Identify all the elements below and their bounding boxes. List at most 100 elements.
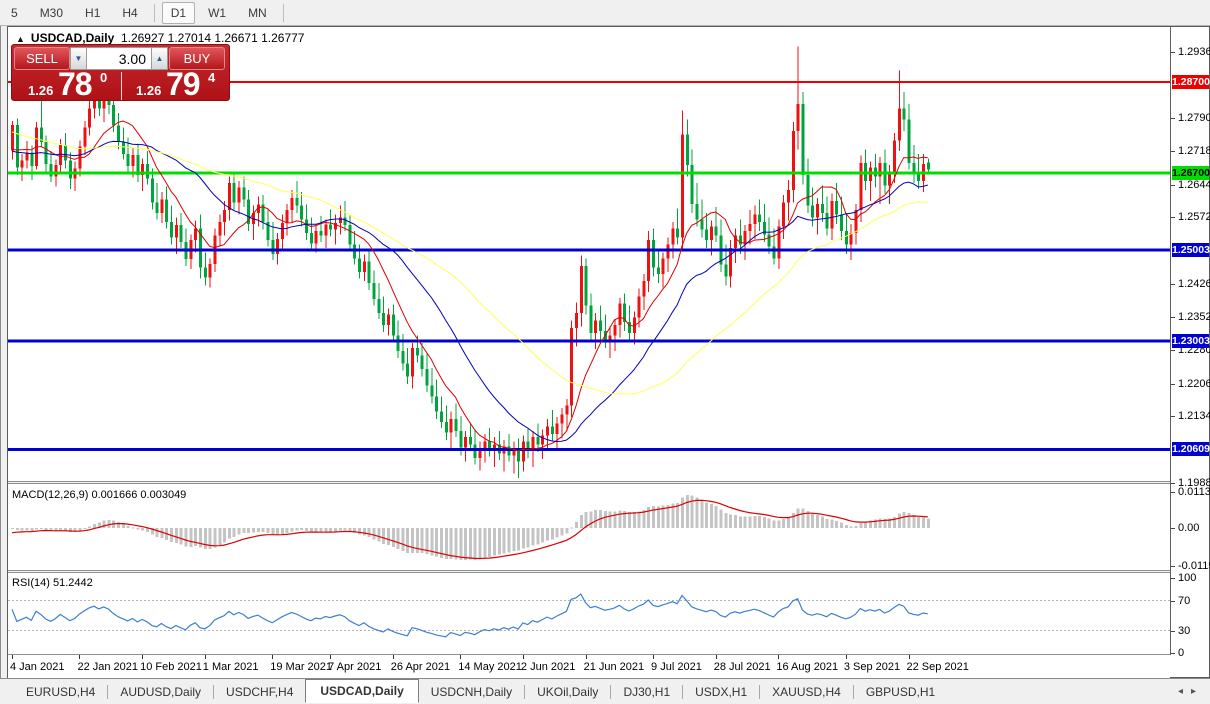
axis-tick-mark: [1171, 151, 1175, 153]
price-tick-label: 1.26440: [1178, 178, 1210, 191]
buy-price-prefix: 1.26: [136, 83, 162, 98]
symbol-tab-gbpusd[interactable]: GBPUSD,H1: [854, 681, 947, 703]
date-tick-mark: [522, 655, 524, 659]
price-tick-label: 1.22060: [1178, 377, 1210, 390]
date-tick-label: 21 Jun 2021: [583, 661, 645, 673]
date-tick-mark: [272, 655, 274, 659]
toolbar-separator: [282, 3, 284, 22]
tab-scroll-right-icon[interactable]: ▸: [1191, 686, 1204, 697]
date-tick-label: 3 Sep 2021: [843, 661, 901, 673]
date-tick-mark: [585, 655, 587, 659]
timeframe-button-m30[interactable]: M30: [31, 2, 72, 24]
rsi-tick-label: 70: [1178, 594, 1191, 607]
date-tick-label: 22 Jan 2021: [77, 661, 139, 673]
macd-label: MACD(12,26,9) 0.001666 0.003049: [12, 489, 187, 501]
window-left-border: [0, 26, 1, 678]
symbol-tab-usdx[interactable]: USDX,H1: [683, 681, 759, 703]
timeframe-button-w1[interactable]: W1: [199, 2, 235, 24]
symbol-tab-eurusd[interactable]: EURUSD,H4: [14, 681, 107, 703]
macd-panel-separator[interactable]: [8, 481, 1171, 484]
price-tick-label: 1.23520: [1178, 311, 1210, 324]
date-tick-mark: [460, 655, 462, 659]
timeframe-button-d1[interactable]: D1: [161, 1, 196, 24]
axis-tick-mark: [1171, 118, 1175, 120]
symbol-tab-usdcnh[interactable]: USDCNH,Daily: [419, 681, 524, 703]
rsi-indicator-canvas[interactable]: [8, 573, 1170, 654]
axis-tick-mark: [1171, 317, 1175, 319]
timeframe-button-h1[interactable]: H1: [76, 2, 109, 24]
price-axis: 1.29360 1.27900 1.27180 1.26440 1.25720 1.242…: [1170, 27, 1210, 659]
date-tick-label: 7 Apr 2021: [328, 661, 382, 673]
tab-scroll-left-icon[interactable]: ◂: [1178, 686, 1191, 697]
date-tick-label: 22 Sep 2021: [906, 661, 969, 673]
axis-tick-mark: [1171, 491, 1175, 493]
date-tick-mark: [79, 655, 81, 659]
buy-price-display[interactable]: 1.26 79 4: [122, 66, 229, 102]
date-tick-label: 10 Feb 2021: [140, 661, 202, 673]
date-tick-label: 1 Mar 2021: [202, 661, 259, 673]
price-level-badge: 1.28700: [1172, 75, 1210, 90]
macd-tick-label: 0.01135: [1178, 485, 1210, 498]
axis-tick-mark: [1171, 283, 1175, 285]
timeframe-button-h4[interactable]: H4: [113, 2, 146, 24]
price-tick-label: 1.25720: [1178, 211, 1210, 224]
price-tick-label: 1.27180: [1178, 145, 1210, 158]
sell-price-prefix: 1.26: [28, 83, 54, 98]
symbol-tab-usdchf[interactable]: USDCHF,H4: [214, 681, 305, 703]
rsi-tick-label: 100: [1178, 572, 1197, 584]
date-tick-mark: [845, 655, 847, 659]
symbol-tab-usdcad[interactable]: USDCAD,Daily: [305, 678, 419, 703]
date-tick-label: 26 Apr 2021: [390, 661, 451, 673]
macd-values: 0.001666 0.003049: [91, 489, 187, 501]
symbol-tab-audusd[interactable]: AUDUSD,Daily: [108, 681, 213, 703]
date-tick-label: 4 Jan 2021: [10, 661, 65, 673]
symbol-tab-xauusd[interactable]: XAUUSD,H4: [760, 681, 853, 703]
date-axis: 4 Jan 2021 22 Jan 2021 10 Feb 2021 1 Mar 20…: [8, 655, 1170, 678]
timeframe-button-5[interactable]: 5: [2, 2, 27, 24]
axis-tick-mark: [1171, 350, 1175, 352]
chart-symbol-label: USDCAD,Daily: [30, 31, 115, 45]
mt4-application: 5 M30 H1 H4 D1 W1 MN ▲ USDCAD,Daily 1.26927 1.2…: [0, 0, 1210, 704]
axis-tick-mark: [1171, 416, 1175, 418]
axis-tick-mark: [1171, 482, 1175, 484]
date-tick-mark: [204, 655, 206, 659]
sell-price-pip-digit: 0: [100, 70, 108, 85]
axis-tick-mark: [1171, 383, 1175, 385]
sell-price-display[interactable]: 1.26 78 0: [14, 66, 121, 102]
price-level-badge: 1.20609: [1172, 442, 1210, 457]
axis-tick-mark: [1171, 600, 1175, 602]
date-tick-label: 19 Mar 2021: [270, 661, 333, 673]
axis-tick-mark: [1171, 630, 1175, 632]
date-tick-label: 16 Aug 2021: [776, 661, 839, 673]
date-tick-label: 9 Jul 2021: [651, 661, 702, 673]
volume-input[interactable]: [87, 47, 151, 70]
symbol-tab-dj30[interactable]: DJ30,H1: [611, 681, 682, 703]
date-tick-mark: [778, 655, 780, 659]
date-tick-mark: [330, 655, 332, 659]
symbol-tab-ukoil[interactable]: UKOil,Daily: [525, 681, 610, 703]
date-tick-mark: [392, 655, 394, 659]
chart-ohlc-values: 1.26927 1.27014 1.26671 1.26777: [120, 31, 305, 45]
price-level-badge: 1.26700: [1172, 165, 1210, 180]
toolbar-separator: [153, 3, 155, 22]
symbol-tab-bar: EURUSD,H4 AUDUSD,Daily USDCHF,H4 USDCAD,Dai…: [0, 678, 1210, 704]
price-tick-label: 1.27900: [1178, 112, 1210, 125]
chart-window: ▲ USDCAD,Daily 1.26927 1.27014 1.26671 1.…: [7, 26, 1210, 678]
date-tick-mark: [715, 655, 717, 659]
axis-tick-mark: [1171, 217, 1175, 219]
axis-tick-mark: [1171, 528, 1175, 529]
date-tick-mark: [908, 655, 910, 659]
axis-tick-mark: [1171, 578, 1175, 579]
rsi-label: RSI(14) 51.2442: [12, 577, 93, 589]
price-tick-label: 1.24260: [1178, 277, 1210, 290]
date-tick-label: 28 Jul 2021: [713, 661, 771, 673]
tab-scroll-arrows[interactable]: ◂▸: [1178, 686, 1204, 697]
timeframe-toolbar: 5 M30 H1 H4 D1 W1 MN: [0, 0, 1210, 26]
rsi-value: 51.2442: [52, 577, 93, 589]
macd-tick-label: 0.00: [1178, 522, 1200, 534]
collapse-panel-icon[interactable]: ▲: [16, 34, 25, 44]
buy-price-big-digits: 79: [166, 66, 201, 102]
date-tick-label: 14 May 2021: [458, 661, 522, 673]
timeframe-button-mn[interactable]: MN: [239, 2, 276, 24]
sell-price-big-digits: 78: [58, 66, 93, 102]
